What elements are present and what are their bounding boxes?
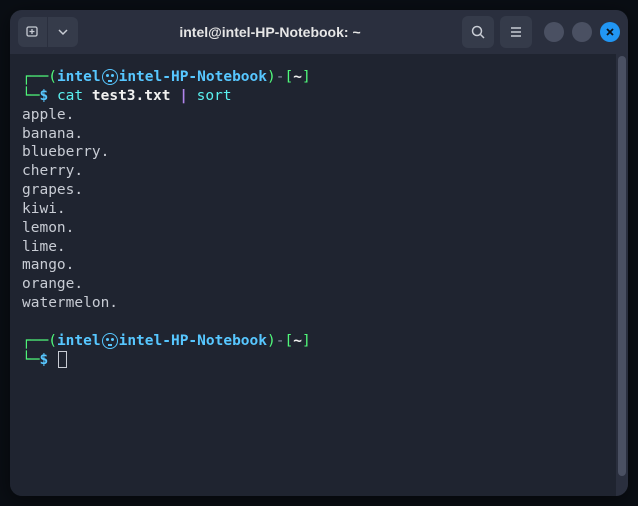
command-sort: sort (197, 88, 232, 104)
search-button[interactable] (462, 16, 494, 48)
terminal-area: ┌──(intelintel-HP-Notebook)-[~] └─$ cat … (10, 54, 628, 496)
window-controls (544, 22, 620, 42)
prompt-host: intel-HP-Notebook (119, 333, 267, 349)
output-line: kiwi. (22, 201, 66, 217)
terminal-content[interactable]: ┌──(intelintel-HP-Notebook)-[~] └─$ cat … (10, 54, 616, 496)
new-tab-icon (25, 24, 41, 40)
hamburger-icon (508, 24, 524, 40)
output-line: mango. (22, 257, 74, 273)
new-tab-button[interactable] (18, 17, 48, 47)
minimize-button[interactable] (544, 22, 564, 42)
prompt-open-paren: ( (48, 333, 57, 349)
prompt-corner-bottom: └─ (22, 352, 39, 368)
prompt-host: intel-HP-Notebook (119, 69, 267, 85)
maximize-button[interactable] (572, 22, 592, 42)
prompt-open-paren: ( (48, 69, 57, 85)
prompt-corner-top: ┌── (22, 69, 48, 85)
prompt-user: intel (57, 69, 101, 85)
prompt-close-paren: ) (267, 333, 276, 349)
cursor (58, 351, 67, 368)
output-line: cherry. (22, 163, 83, 179)
prompt-close-bracket: ] (302, 69, 311, 85)
command-cat: cat (57, 88, 83, 104)
prompt-close-bracket: ] (302, 333, 311, 349)
prompt-close-paren: ) (267, 69, 276, 85)
prompt-symbol: $ (39, 352, 48, 368)
prompt-symbol: $ (39, 88, 48, 104)
kali-skull-icon (102, 69, 118, 85)
titlebar: intel@intel-HP-Notebook: ~ (10, 10, 628, 54)
output-line: grapes. (22, 182, 83, 198)
tab-controls (18, 17, 78, 47)
output-line: apple. (22, 107, 74, 123)
prompt-path: ~ (293, 69, 302, 85)
prompt-open-bracket: [ (284, 69, 293, 85)
command-arg: test3.txt (92, 88, 171, 104)
output-line: watermelon. (22, 295, 118, 311)
output-line: banana. (22, 126, 83, 142)
command-pipe: | (179, 88, 188, 104)
chevron-down-icon (58, 27, 68, 37)
search-icon (470, 24, 486, 40)
menu-button[interactable] (500, 16, 532, 48)
output-line: lemon. (22, 220, 74, 236)
output-line: blueberry. (22, 144, 109, 160)
scrollbar[interactable] (616, 54, 628, 496)
prompt-corner-bottom: └─ (22, 88, 39, 104)
prompt-corner-top: ┌── (22, 333, 48, 349)
tab-dropdown-button[interactable] (48, 17, 78, 47)
scroll-thumb[interactable] (618, 56, 626, 476)
output-line: lime. (22, 239, 66, 255)
close-button[interactable] (600, 22, 620, 42)
output-line: orange. (22, 276, 83, 292)
prompt-user: intel (57, 333, 101, 349)
terminal-window: intel@intel-HP-Notebook: ~ ┌──(intelinte… (10, 10, 628, 496)
prompt-open-bracket: [ (284, 333, 293, 349)
window-title: intel@intel-HP-Notebook: ~ (84, 24, 456, 40)
kali-skull-icon (102, 333, 118, 349)
prompt-path: ~ (293, 333, 302, 349)
close-icon (605, 27, 615, 37)
